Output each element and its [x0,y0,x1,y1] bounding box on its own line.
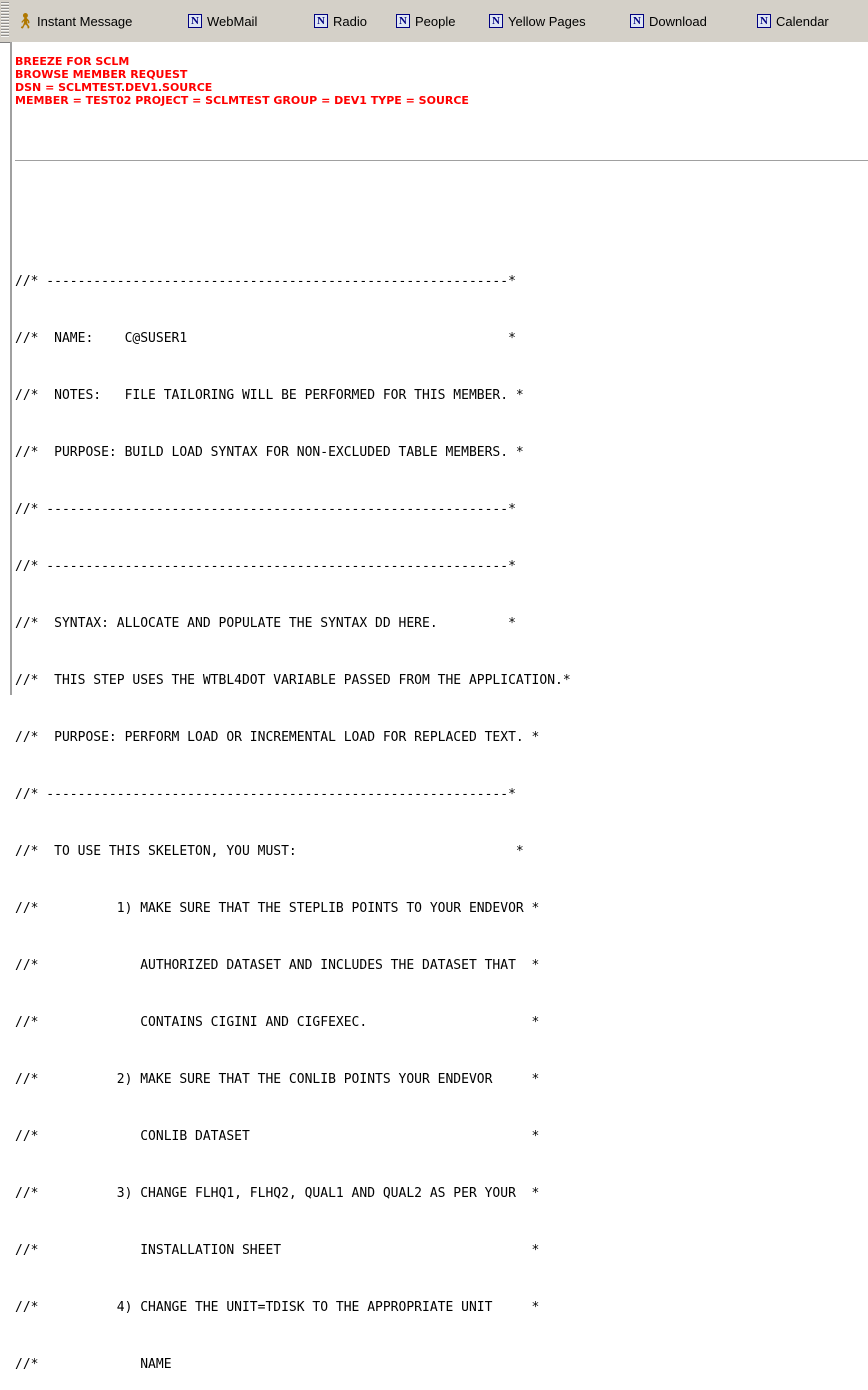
toolbar-button-download[interactable]: N Download [630,11,707,31]
listing-line: //* 3) CHANGE FLHQ1, FLHQ2, QUAL1 AND QU… [15,1186,540,1201]
header-line: MEMBER = TEST02 PROJECT = SCLMTEST GROUP… [15,94,469,107]
listing-line: //* ------------------------------------… [15,502,516,517]
toolbar-button-label: Radio [333,13,367,29]
member-source-listing: //* ------------------------------------… [15,234,571,1390]
listing-line: //* 4) CHANGE THE UNIT=TDISK TO THE APPR… [15,1300,540,1315]
listing-line: //* NOTES: FILE TAILORING WILL BE PERFOR… [15,388,524,403]
listing-line: //* TO USE THIS SKELETON, YOU MUST: * [15,844,524,859]
request-header: BREEZE FOR SCLM BROWSE MEMBER REQUEST DS… [15,55,469,107]
horizontal-rule [15,160,868,162]
listing-line: //* 2) MAKE SURE THAT THE CONLIB POINTS … [15,1072,540,1087]
netscape-n-icon: N [489,14,503,28]
netscape-n-icon: N [314,14,328,28]
listing-line: //* INSTALLATION SHEET * [15,1243,540,1258]
toolbar-button-people[interactable]: N People [396,11,455,31]
toolbar-button-label: Download [649,13,707,29]
header-line: DSN = SCLMTEST.DEV1.SOURCE [15,81,213,94]
netscape-n-icon: N [630,14,644,28]
toolbar-button-instant-message[interactable]: 🚶︎ Instant Message [15,11,133,31]
netscape-n-icon: N [396,14,410,28]
listing-line: //* ------------------------------------… [15,787,516,802]
listing-line: //* AUTHORIZED DATASET AND INCLUDES THE … [15,958,540,973]
toolbar-button-label: Instant Message [37,13,133,29]
listing-line: //* CONTAINS CIGINI AND CIGFEXEC. * [15,1015,540,1030]
listing-line: //* 1) MAKE SURE THAT THE STEPLIB POINTS… [15,901,540,916]
personal-toolbar: 🚶︎ Instant Message N WebMail N Radio N P… [0,0,868,43]
toolbar-button-calendar[interactable]: N Calendar [757,11,829,31]
listing-line: //* SYNTAX: ALLOCATE AND POPULATE THE SY… [15,616,516,631]
toolbar-button-radio[interactable]: N Radio [314,11,367,31]
toolbar-grip-handle[interactable] [1,2,9,38]
listing-line: //* NAME: C@SUSER1 * [15,331,516,346]
header-line: BREEZE FOR SCLM [15,55,130,68]
toolbar-button-webmail[interactable]: N WebMail [188,11,257,31]
listing-line: //* CONLIB DATASET * [15,1129,540,1144]
listing-line: //* NAME [15,1357,172,1372]
toolbar-button-label: Calendar [776,13,829,29]
header-line: BROWSE MEMBER REQUEST [15,68,188,81]
listing-line: //* ------------------------------------… [15,274,516,289]
toolbar-button-label: WebMail [207,13,258,29]
person-icon: 🚶︎ [15,13,35,30]
toolbar-button-yellow-pages[interactable]: N Yellow Pages [489,11,586,31]
netscape-n-icon: N [757,14,771,28]
listing-line: //* PURPOSE: BUILD LOAD SYNTAX FOR NON-E… [15,445,524,460]
listing-line: //* ------------------------------------… [15,559,516,574]
netscape-n-icon: N [188,14,202,28]
listing-line: //* THIS STEP USES THE WTBL4DOT VARIABLE… [15,673,571,688]
listing-line: //* PURPOSE: PERFORM LOAD OR INCREMENTAL… [15,730,540,745]
toolbar-button-label: People [415,13,456,29]
toolbar-button-label: Yellow Pages [508,13,586,29]
